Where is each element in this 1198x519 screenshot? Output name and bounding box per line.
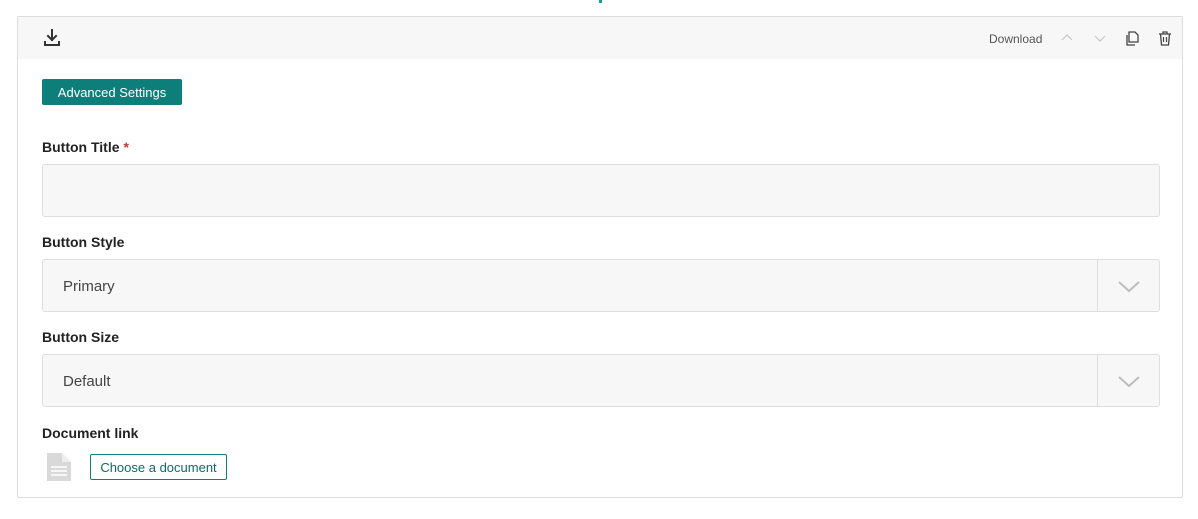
advanced-settings-button[interactable]: Advanced Settings — [42, 79, 182, 105]
chevron-down-icon — [1118, 376, 1140, 388]
button-title-input[interactable] — [42, 164, 1160, 217]
button-style-label: Button Style — [42, 234, 125, 250]
button-title-label: Button Title * — [42, 139, 129, 155]
block-type-label: Download — [989, 32, 1043, 46]
select-divider — [1097, 355, 1098, 406]
trash-icon[interactable] — [1157, 30, 1173, 46]
select-divider — [1097, 260, 1098, 311]
chevron-down-icon — [1118, 281, 1140, 293]
block-header: Download — [18, 17, 1182, 59]
download-icon — [44, 29, 60, 46]
choose-document-button[interactable]: Choose a document — [90, 454, 227, 480]
button-size-label: Button Size — [42, 329, 119, 345]
button-title-label-text: Button Title — [42, 139, 120, 155]
document-link-label: Document link — [42, 425, 139, 441]
copy-icon[interactable] — [1124, 30, 1140, 46]
button-style-select[interactable]: Primary — [42, 259, 1160, 312]
document-icon — [47, 453, 71, 481]
top-accent-mark — [599, 0, 602, 3]
chevron-down-icon[interactable] — [1092, 30, 1108, 46]
button-size-select[interactable]: Default — [42, 354, 1160, 407]
button-style-value: Primary — [63, 278, 115, 295]
download-block: Download Advanced Settings Button Title *… — [17, 16, 1183, 498]
required-marker: * — [123, 139, 129, 155]
button-size-value: Default — [63, 373, 111, 390]
chevron-up-icon[interactable] — [1059, 30, 1075, 46]
